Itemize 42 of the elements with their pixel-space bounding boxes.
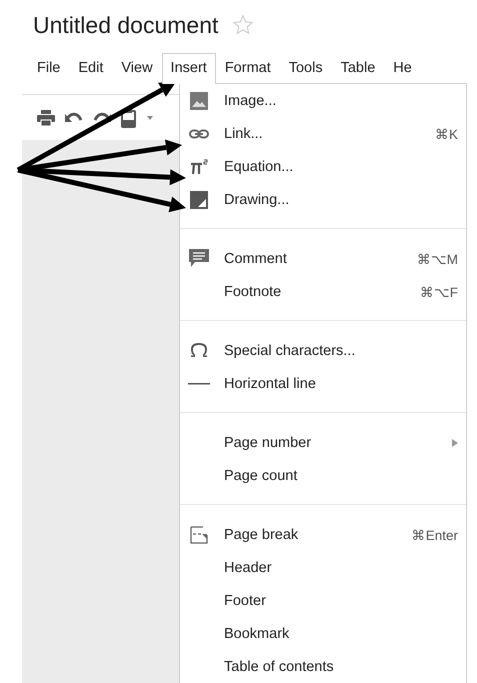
omega-icon [190,342,208,359]
menu-item[interactable]: File [28,53,70,83]
menu-option[interactable]: Link... [224,126,435,142]
menu-item[interactable]: View [112,53,162,83]
menu-item[interactable]: Table [332,53,384,83]
link-icon [189,128,209,138]
document-title[interactable]: Untitled document [33,12,218,38]
shortcut-text: ⌘⌥M [416,250,458,266]
menu-option[interactable]: Footnote [224,284,420,300]
paint-format-icon[interactable] [121,108,137,128]
horizontal-line-icon [188,382,210,384]
menu-item[interactable]: He [384,53,421,83]
menu-option[interactable]: Horizontal line [224,376,458,392]
comment-icon [189,249,209,268]
menu-item[interactable]: Edit [69,53,112,83]
redo-icon[interactable] [93,112,111,124]
menu-option[interactable]: Page count [224,468,458,484]
menu-option[interactable]: Page break [224,526,412,542]
menu-option[interactable]: Image... [224,92,458,108]
menu-option[interactable]: Header [224,560,458,576]
menu-option[interactable]: Comment [224,250,417,266]
menu-option[interactable]: Equation... [224,158,458,174]
shortcut-text: ⌘Enter [412,526,458,542]
menu-option[interactable]: Page number [224,434,452,450]
page-break-icon [190,526,208,544]
star-icon[interactable] [232,14,254,36]
menu-item[interactable]: Format [216,53,280,83]
shortcut-text: ⌘⌥F [420,284,458,300]
print-icon[interactable] [37,110,55,126]
undo-icon[interactable] [65,112,83,124]
image-icon [190,92,208,110]
caret-icon[interactable] [147,116,153,120]
drawing-icon [190,190,208,208]
shortcut-text: ⌘K [434,126,458,142]
menu-option[interactable]: Table of contents [224,658,458,674]
menu-item[interactable]: Insert [162,53,216,84]
menu-option[interactable]: Bookmark [224,626,458,642]
pi-squared-icon [190,158,208,174]
menu-option[interactable]: Special characters... [224,342,458,358]
menu-option[interactable]: Drawing... [224,192,458,208]
menu-option[interactable]: Footer [224,592,458,608]
menu-item[interactable]: Tools [280,53,332,83]
